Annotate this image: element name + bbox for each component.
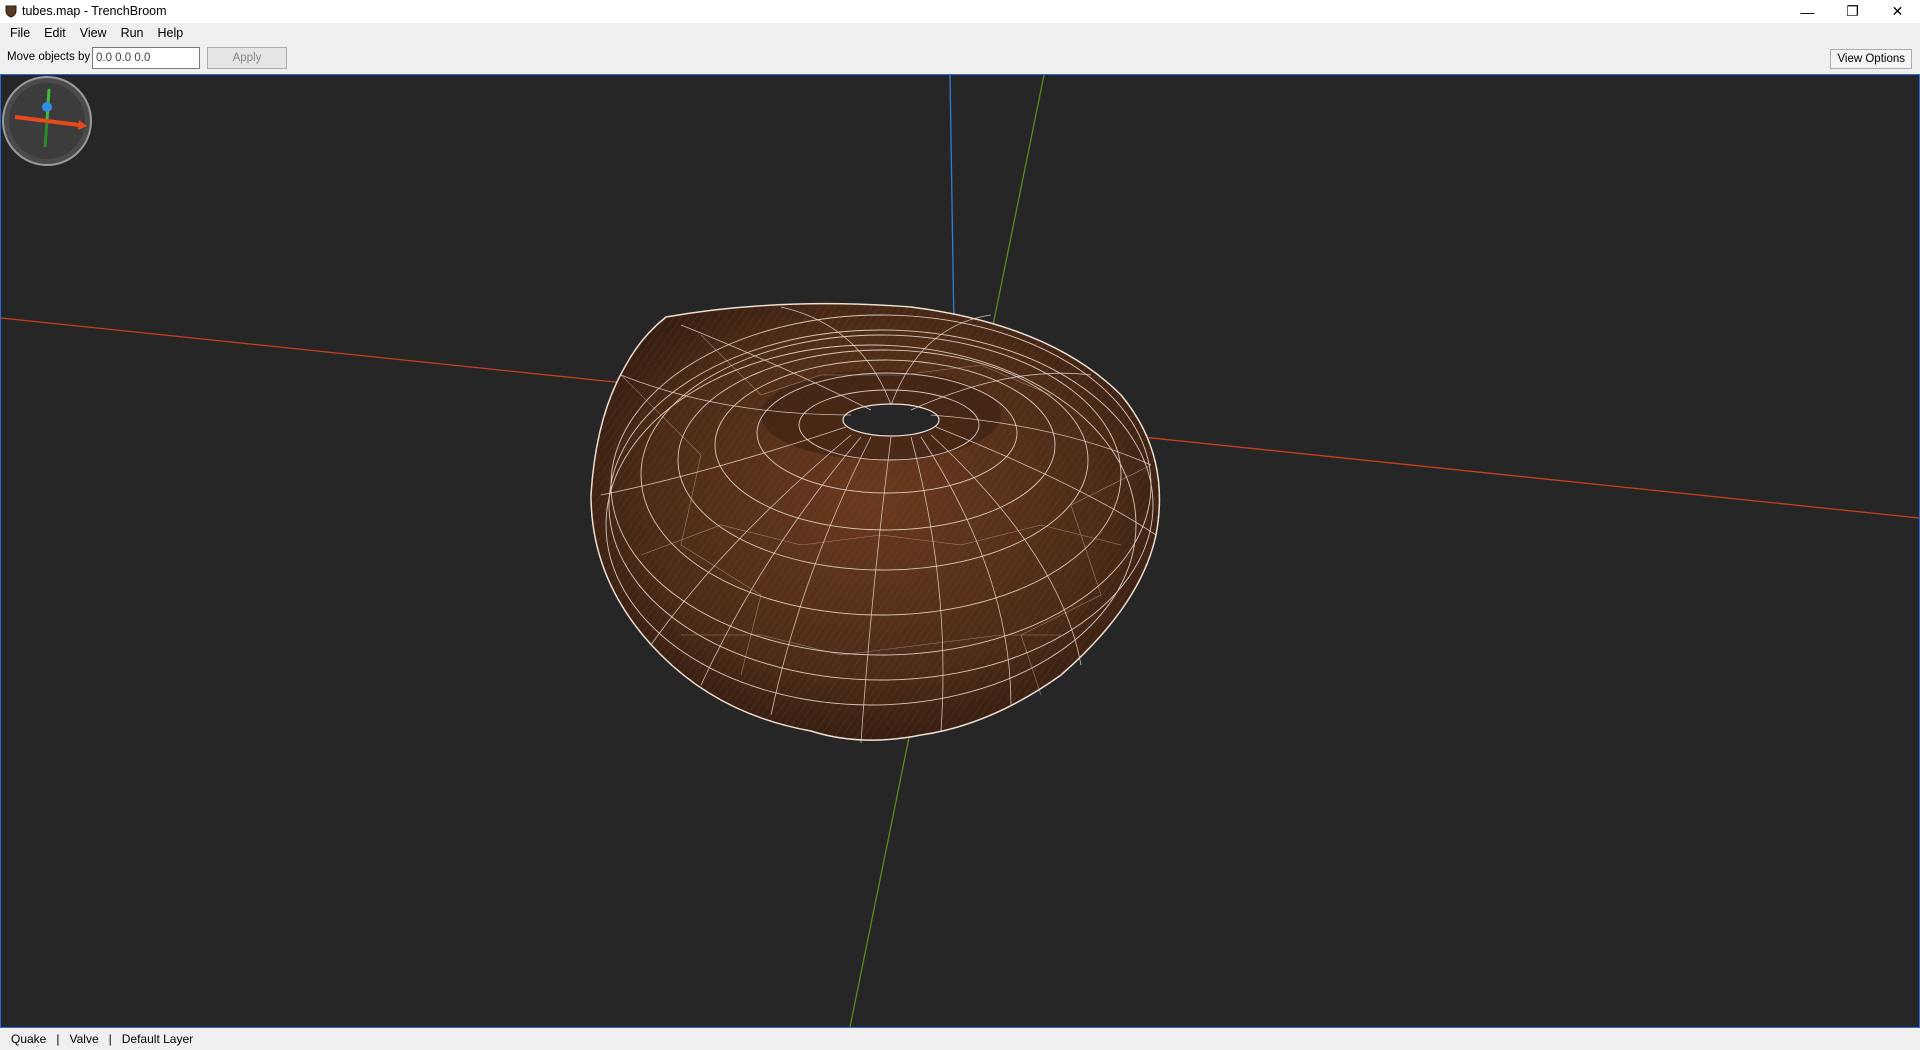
move-objects-label: Move objects by (7, 51, 91, 63)
status-map-format: Valve (69, 1032, 99, 1046)
menu-file[interactable]: File (3, 23, 37, 43)
move-objects-input[interactable] (92, 47, 200, 69)
apply-button[interactable]: Apply (207, 47, 287, 69)
viewport-scene (1, 75, 1919, 1027)
map-3d-viewport[interactable] (0, 74, 1920, 1028)
title-bar[interactable]: tubes.map - TrenchBroom — ❐ ✕ (0, 0, 1920, 23)
menu-view[interactable]: View (73, 23, 114, 43)
menu-edit[interactable]: Edit (37, 23, 73, 43)
status-separator: | (108, 1032, 112, 1046)
trenchbroom-logo-icon (5, 5, 17, 18)
status-bar: Quake | Valve | Default Layer (0, 1028, 1920, 1050)
torus-brush[interactable] (590, 302, 1161, 744)
navigation-compass[interactable] (1, 75, 93, 167)
window-controls: — ❐ ✕ (1785, 0, 1920, 23)
restore-icon: ❐ (1846, 3, 1859, 19)
minimize-icon: — (1800, 3, 1815, 20)
status-layer[interactable]: Default Layer (122, 1032, 193, 1046)
view-options-button[interactable]: View Options (1830, 49, 1912, 69)
menu-bar: File Edit View Run Help (0, 23, 1920, 43)
torus-hole (842, 403, 940, 437)
close-button[interactable]: ✕ (1875, 0, 1920, 23)
menu-run[interactable]: Run (114, 23, 151, 43)
restore-button[interactable]: ❐ (1830, 0, 1875, 23)
status-game: Quake (11, 1032, 47, 1046)
window-title: tubes.map - TrenchBroom (22, 4, 167, 18)
minimize-button[interactable]: — (1785, 0, 1830, 23)
menu-help[interactable]: Help (151, 23, 191, 43)
close-icon: ✕ (1891, 3, 1904, 19)
toolbar: Move objects by Apply View Options (0, 43, 1920, 73)
status-separator: | (56, 1032, 60, 1046)
